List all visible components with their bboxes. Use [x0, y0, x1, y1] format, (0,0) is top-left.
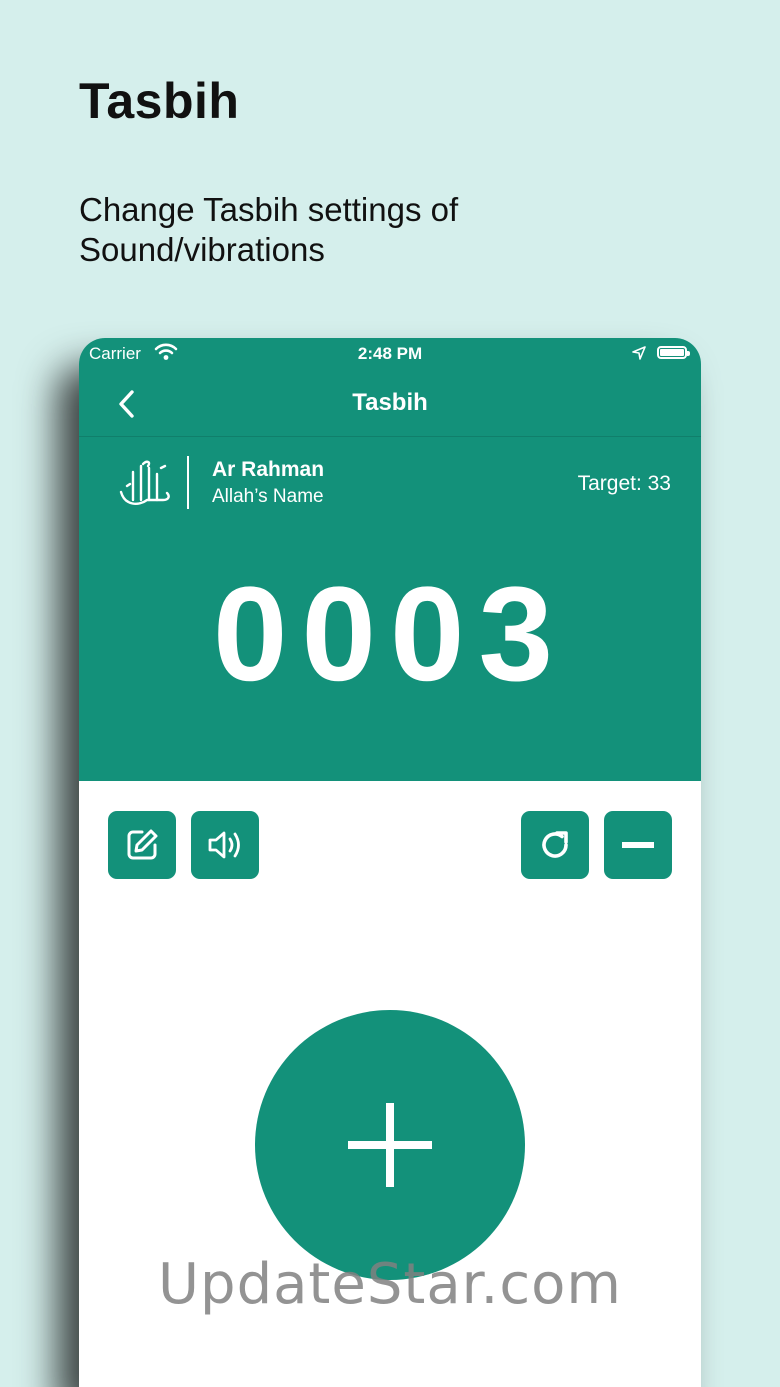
navigation-bar: Tasbih [79, 370, 701, 437]
speaker-icon [208, 831, 240, 859]
promo-subtitle: Change Tasbih settings of Sound/vibratio… [79, 191, 459, 268]
counter-panel: Carrier 2:48 PM Tasbih Ar Rahman Allah’s… [79, 338, 701, 781]
edit-icon [127, 829, 158, 860]
watermark: UpdateStar.com [158, 1252, 622, 1317]
refresh-icon [542, 831, 568, 858]
count-display: 0003 [212, 560, 568, 709]
plus-icon [348, 1103, 432, 1187]
status-bar: Carrier 2:48 PM [79, 338, 701, 370]
nav-title: Tasbih [352, 389, 428, 416]
location-arrow-icon [632, 346, 646, 360]
sound-button[interactable] [191, 811, 259, 879]
decrement-button[interactable] [604, 811, 672, 879]
phone-screen: Carrier 2:48 PM Tasbih Ar Rahman Allah’s… [79, 338, 701, 1387]
status-time: 2:48 PM [357, 344, 423, 363]
edit-button[interactable] [108, 811, 176, 879]
minus-icon [622, 842, 654, 848]
promo-title: Tasbih [79, 73, 240, 129]
dhikr-subtitle: Allah’s Name [212, 486, 324, 507]
header-divider [187, 456, 189, 509]
increment-button[interactable] [255, 1010, 525, 1280]
battery-icon [657, 346, 690, 359]
dhikr-name: Ar Rahman [212, 458, 325, 481]
target-label: Target: 33 [577, 472, 671, 495]
allah-calligraphy-icon [119, 460, 170, 505]
reset-button[interactable] [521, 811, 589, 879]
